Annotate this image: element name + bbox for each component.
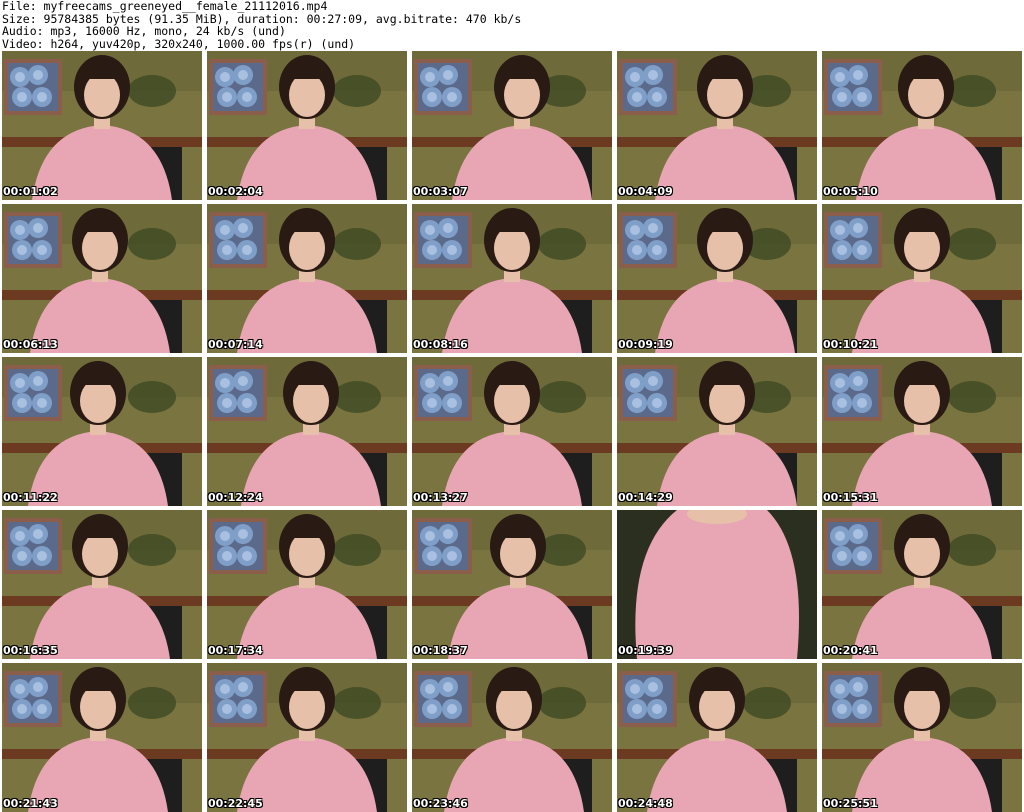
video-thumbnail: 00:19:39 [617, 510, 817, 659]
video-thumbnail: 00:23:46 [412, 663, 612, 812]
thumbnail-image [2, 204, 202, 353]
thumbnail-grid: 00:01:02 00:02:04 00:03:07 00:04:09 00:05:10… [2, 51, 1022, 812]
video-thumbnail: 00:06:13 [2, 204, 202, 353]
video-thumbnail: 00:05:10 [822, 51, 1022, 200]
timestamp-label: 00:09:19 [618, 338, 673, 351]
timestamp-label: 00:14:29 [618, 491, 673, 504]
timestamp-label: 00:15:31 [823, 491, 878, 504]
thumbnail-image [822, 663, 1022, 812]
video-thumbnail: 00:14:29 [617, 357, 817, 506]
video-thumbnail: 00:11:22 [2, 357, 202, 506]
thumbnail-image [822, 204, 1022, 353]
video-thumbnail: 00:25:51 [822, 663, 1022, 812]
timestamp-label: 00:05:10 [823, 185, 878, 198]
file-info-header: File: myfreecams_greeneyed__female_21112… [2, 0, 1022, 50]
timestamp-label: 00:19:39 [618, 644, 673, 657]
timestamp-label: 00:13:27 [413, 491, 468, 504]
timestamp-label: 00:23:46 [413, 797, 468, 810]
thumbnail-image [2, 663, 202, 812]
timestamp-label: 00:22:45 [208, 797, 263, 810]
thumbnail-image [617, 510, 817, 659]
timestamp-label: 00:06:13 [3, 338, 58, 351]
thumbnail-image [617, 357, 817, 506]
timestamp-label: 00:16:35 [3, 644, 58, 657]
timestamp-label: 00:12:24 [208, 491, 263, 504]
timestamp-label: 00:10:21 [823, 338, 878, 351]
timestamp-label: 00:02:04 [208, 185, 263, 198]
video-thumbnail: 00:07:14 [207, 204, 407, 353]
video-thumbnail: 00:20:41 [822, 510, 1022, 659]
thumbnail-image [822, 51, 1022, 200]
timestamp-label: 00:04:09 [618, 185, 673, 198]
video-thumbnail: 00:22:45 [207, 663, 407, 812]
thumbnail-image [412, 663, 612, 812]
video-thumbnail: 00:04:09 [617, 51, 817, 200]
thumbnail-image [617, 204, 817, 353]
video-thumbnail: 00:17:34 [207, 510, 407, 659]
file-name-line: File: myfreecams_greeneyed__female_21112… [2, 0, 328, 13]
thumbnail-image [2, 51, 202, 200]
timestamp-label: 00:20:41 [823, 644, 878, 657]
timestamp-label: 00:08:16 [413, 338, 468, 351]
thumbnail-image [822, 357, 1022, 506]
video-thumbnail: 00:01:02 [2, 51, 202, 200]
video-thumbnail: 00:10:21 [822, 204, 1022, 353]
video-thumbnail: 00:15:31 [822, 357, 1022, 506]
timestamp-label: 00:01:02 [3, 185, 58, 198]
video-thumbnail: 00:03:07 [412, 51, 612, 200]
video-thumbnail: 00:02:04 [207, 51, 407, 200]
timestamp-label: 00:25:51 [823, 797, 878, 810]
timestamp-label: 00:03:07 [413, 185, 468, 198]
audio-line: Audio: mp3, 16000 Hz, mono, 24 kb/s (und… [2, 24, 286, 39]
thumbnail-image [412, 510, 612, 659]
thumbnail-image [412, 204, 612, 353]
thumbnail-image [207, 510, 407, 659]
thumbnail-image [2, 357, 202, 506]
thumbnail-image [207, 204, 407, 353]
video-thumbnail: 00:08:16 [412, 204, 612, 353]
video-thumbnail: 00:09:19 [617, 204, 817, 353]
thumbnail-image [617, 663, 817, 812]
video-thumbnail: 00:24:48 [617, 663, 817, 812]
video-thumbnail: 00:16:35 [2, 510, 202, 659]
timestamp-label: 00:07:14 [208, 338, 263, 351]
thumbnail-image [2, 510, 202, 659]
thumbnail-image [207, 357, 407, 506]
thumbnail-image [412, 51, 612, 200]
timestamp-label: 00:21:43 [3, 797, 58, 810]
video-thumbnail: 00:21:43 [2, 663, 202, 812]
thumbnail-image [207, 51, 407, 200]
thumbnail-image [617, 51, 817, 200]
video-thumbnail: 00:13:27 [412, 357, 612, 506]
timestamp-label: 00:24:48 [618, 797, 673, 810]
video-thumbnail: 00:18:37 [412, 510, 612, 659]
video-line: Video: h264, yuv420p, 320x240, 1000.00 f… [2, 36, 356, 51]
timestamp-label: 00:17:34 [208, 644, 263, 657]
thumbnail-image [412, 357, 612, 506]
timestamp-label: 00:18:37 [413, 644, 468, 657]
video-thumbnail: 00:12:24 [207, 357, 407, 506]
timestamp-label: 00:11:22 [3, 491, 58, 504]
thumbnail-image [822, 510, 1022, 659]
thumbnail-image [207, 663, 407, 812]
